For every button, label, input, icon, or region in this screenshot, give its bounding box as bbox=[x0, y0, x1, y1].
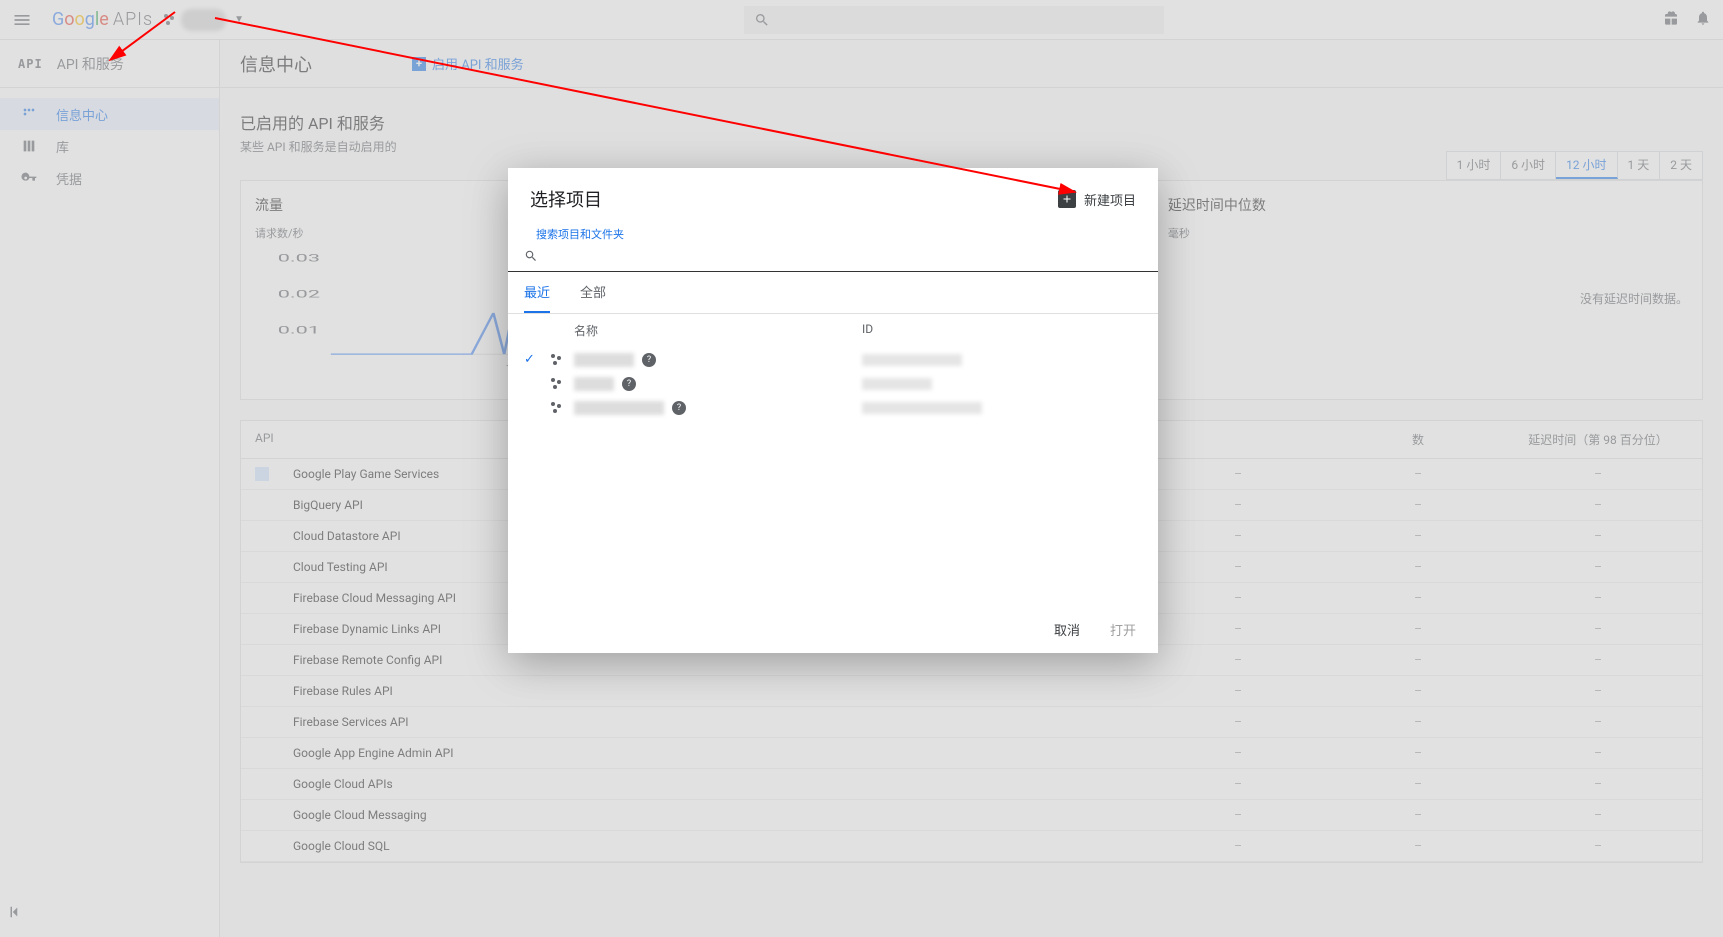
project-id-redacted bbox=[862, 378, 932, 390]
new-project-label: 新建项目 bbox=[1084, 190, 1136, 209]
project-icon bbox=[550, 353, 566, 367]
search-icon bbox=[524, 249, 538, 263]
help-icon[interactable]: ? bbox=[622, 377, 636, 391]
check-icon: ✓ bbox=[524, 352, 542, 367]
project-icon bbox=[550, 401, 566, 415]
tab-all[interactable]: 全部 bbox=[580, 282, 606, 313]
project-id-redacted bbox=[862, 402, 982, 414]
project-id-redacted bbox=[862, 354, 962, 366]
search-projects-link[interactable]: 搜索项目和文件夹 bbox=[508, 222, 1158, 242]
cancel-button[interactable]: 取消 bbox=[1054, 620, 1080, 639]
help-icon[interactable]: ? bbox=[642, 353, 656, 367]
project-row[interactable]: ✓ ? bbox=[508, 347, 1158, 372]
proj-col-name: 名称 bbox=[524, 322, 862, 339]
new-project-button[interactable]: 新建项目 bbox=[1058, 190, 1136, 209]
project-icon bbox=[550, 377, 566, 391]
dialog-search-bar bbox=[508, 242, 1158, 272]
new-project-icon bbox=[1058, 190, 1076, 208]
dialog-title: 选择项目 bbox=[530, 186, 1058, 212]
proj-col-id: ID bbox=[862, 322, 1142, 339]
project-name-redacted bbox=[574, 401, 664, 415]
open-button[interactable]: 打开 bbox=[1110, 620, 1136, 639]
select-project-dialog: 选择项目 新建项目 搜索项目和文件夹 最近 全部 名称 ID ✓ ? ? bbox=[508, 168, 1158, 653]
project-row[interactable]: ? bbox=[508, 396, 1158, 420]
project-row[interactable]: ? bbox=[508, 372, 1158, 396]
project-search-input[interactable] bbox=[546, 244, 1142, 267]
tab-recent[interactable]: 最近 bbox=[524, 282, 550, 313]
project-name-redacted bbox=[574, 353, 634, 367]
project-name-redacted bbox=[574, 377, 614, 391]
help-icon[interactable]: ? bbox=[672, 401, 686, 415]
